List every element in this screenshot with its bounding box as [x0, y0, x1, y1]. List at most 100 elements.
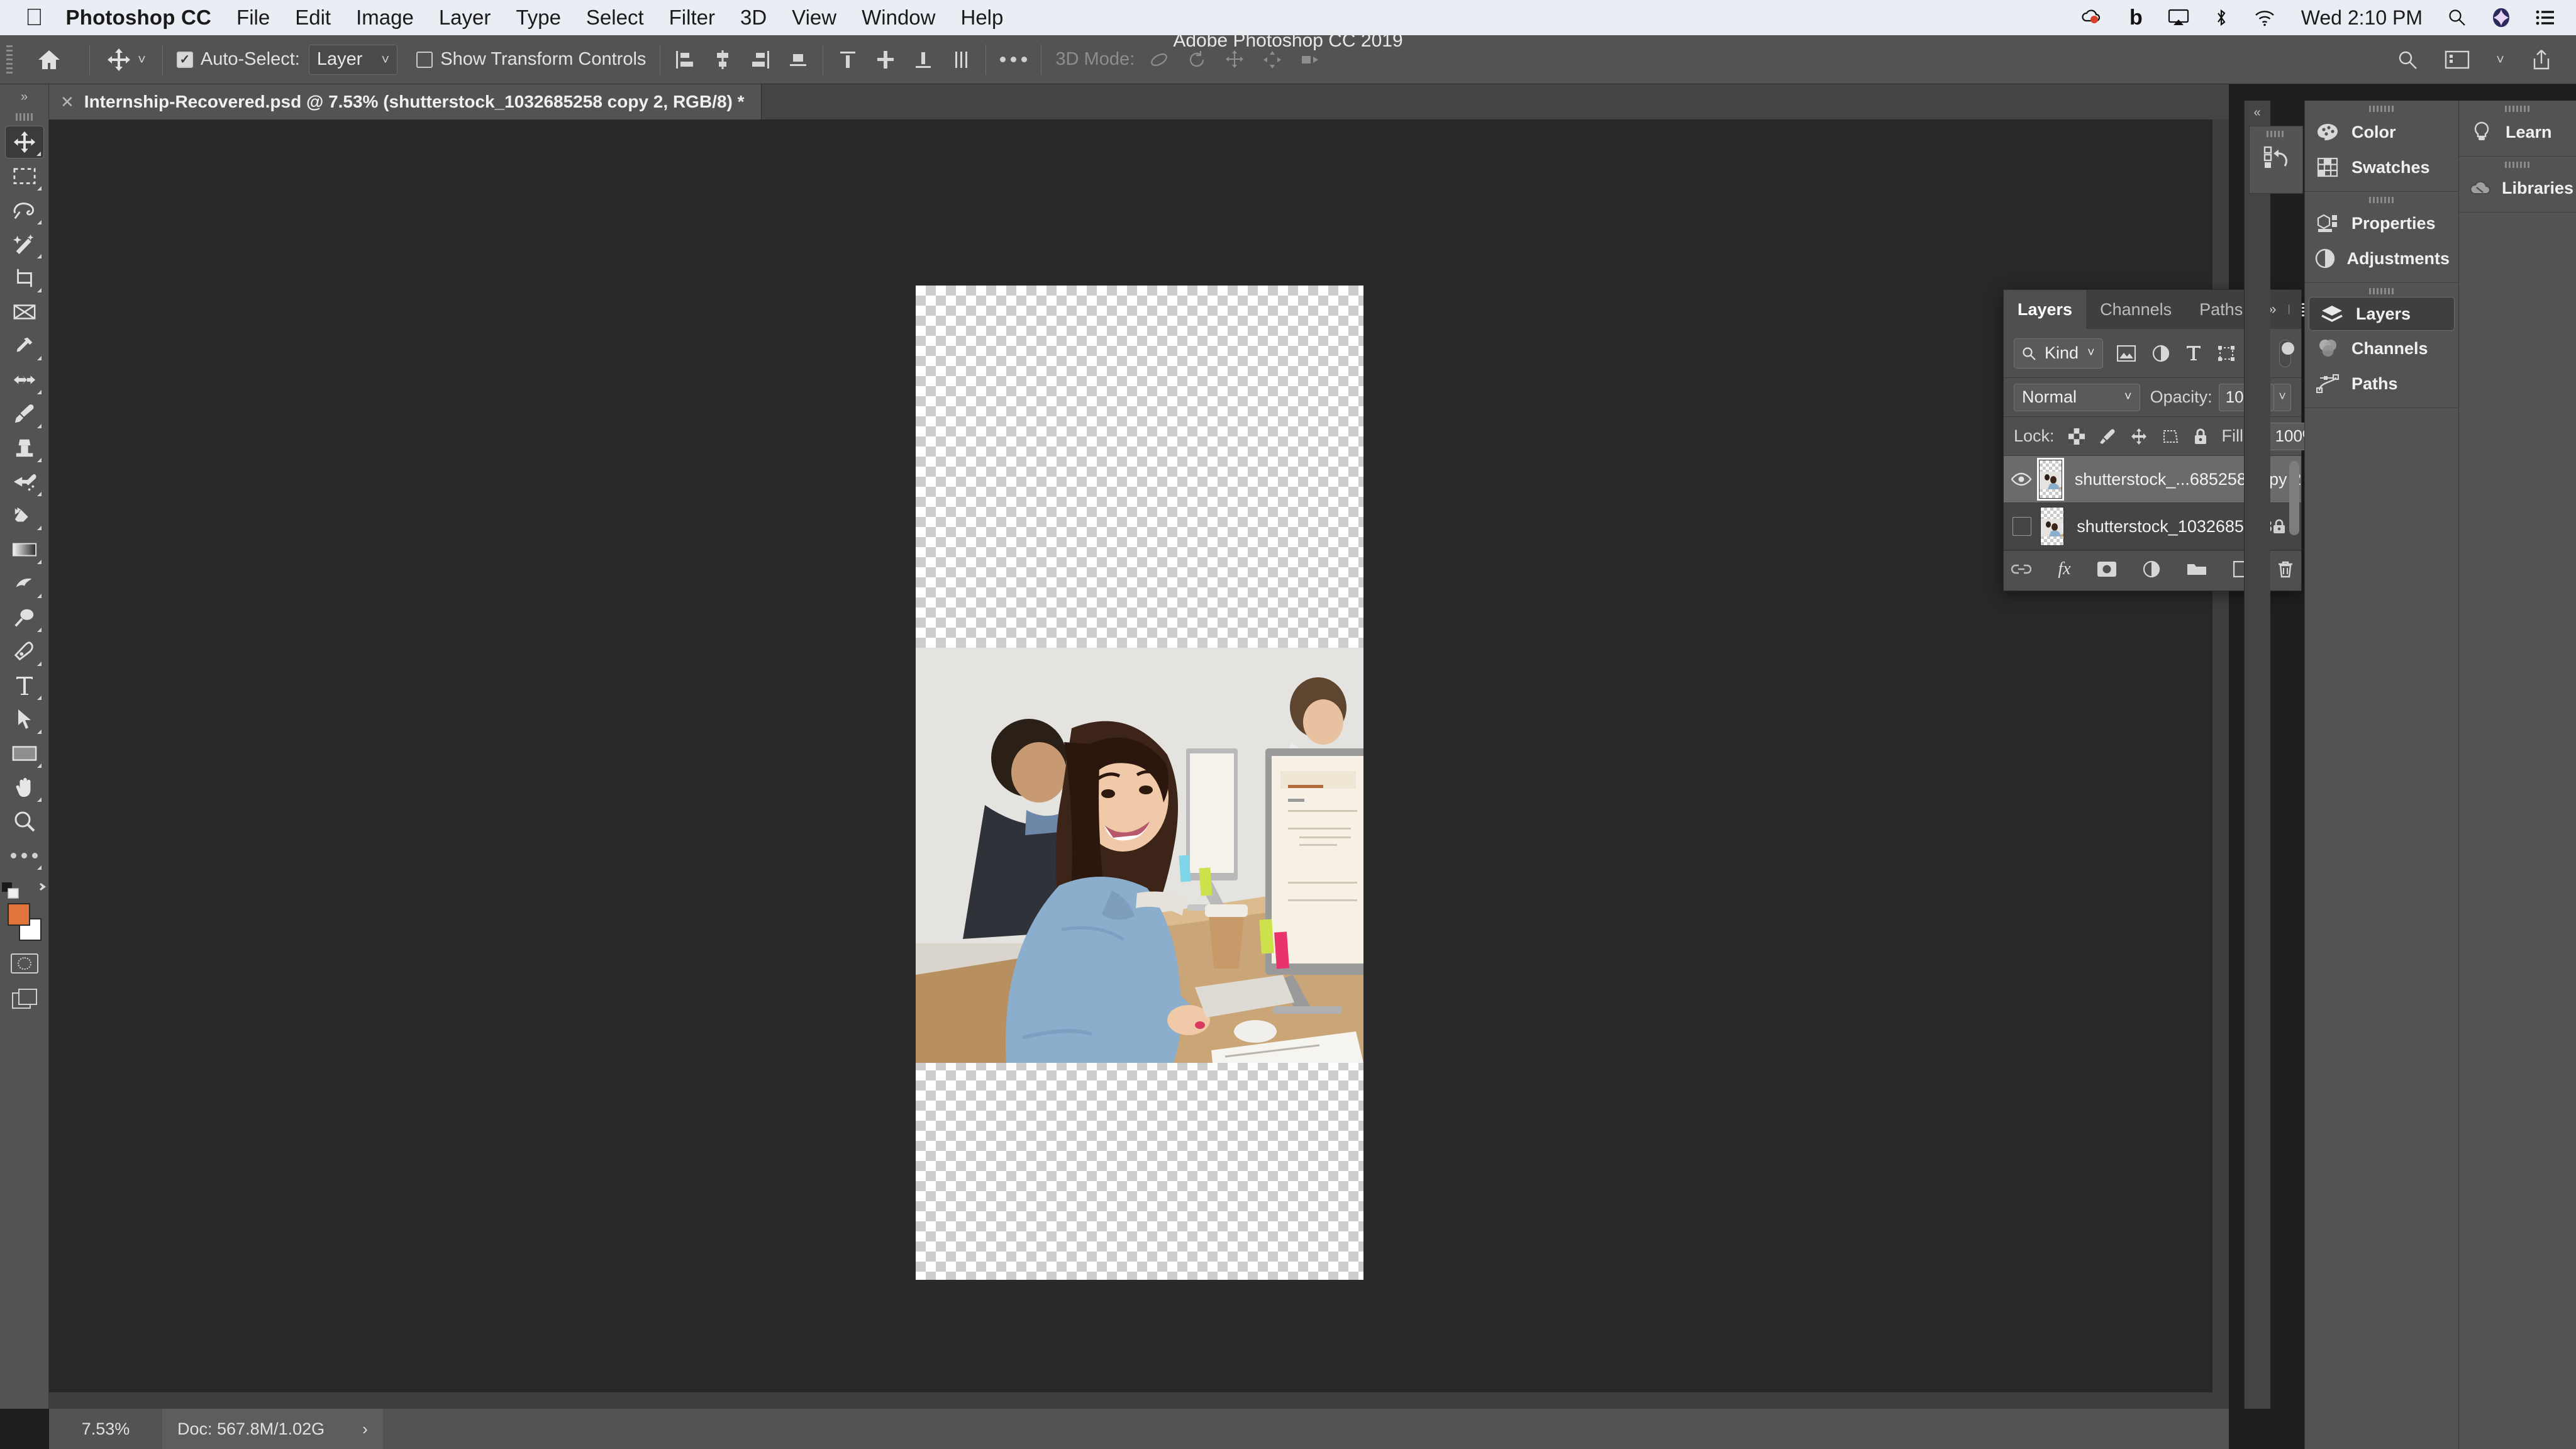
- app-name-menu[interactable]: Photoshop CC: [66, 6, 212, 30]
- search-icon[interactable]: [2397, 49, 2418, 70]
- panel-grip[interactable]: [2505, 162, 2530, 168]
- new-adjustment-layer-icon[interactable]: [2143, 560, 2160, 578]
- menu-select[interactable]: Select: [586, 6, 644, 30]
- pen-tool[interactable]: [5, 635, 44, 668]
- move-tool[interactable]: [4, 126, 44, 158]
- rectangle-tool[interactable]: [5, 737, 44, 770]
- close-icon[interactable]: ✕: [60, 92, 74, 112]
- filter-toggle-switch[interactable]: [2279, 339, 2295, 367]
- filter-kind-dropdown[interactable]: Kind ˅: [2014, 338, 2103, 369]
- spotlight-search-icon[interactable]: [2448, 8, 2467, 27]
- delete-layer-icon[interactable]: [2277, 560, 2294, 578]
- add-layer-mask-icon[interactable]: [2097, 561, 2116, 577]
- eraser-tool[interactable]: [5, 499, 44, 532]
- layers-list-scrollbar[interactable]: [2289, 461, 2299, 535]
- healing-brush-tool[interactable]: [5, 364, 44, 396]
- edit-toolbar-tool[interactable]: [5, 839, 44, 872]
- link-layers-icon[interactable]: [2011, 563, 2032, 575]
- new-group-icon[interactable]: [2187, 562, 2207, 577]
- filter-type-icon[interactable]: [2186, 345, 2201, 362]
- swap-colors-icon[interactable]: [30, 882, 48, 899]
- tab-layers[interactable]: Layers: [2004, 290, 2087, 329]
- foreground-color-swatch[interactable]: [7, 903, 30, 926]
- blur-tool[interactable]: [5, 567, 44, 600]
- quick-selection-tool[interactable]: [5, 228, 44, 260]
- menu-file[interactable]: File: [236, 6, 270, 30]
- eyedropper-tool[interactable]: [5, 330, 44, 362]
- menu-filter[interactable]: Filter: [669, 6, 715, 30]
- layer-visibility-toggle[interactable]: [2004, 517, 2040, 536]
- gradient-tool[interactable]: [5, 533, 44, 566]
- more-options-icon[interactable]: [1000, 57, 1028, 62]
- chevron-down-icon[interactable]: ˅: [138, 52, 146, 68]
- canvas-area[interactable]: [49, 119, 2229, 1409]
- type-tool[interactable]: [5, 669, 44, 702]
- menu-clock[interactable]: Wed 2:10 PM: [2301, 6, 2423, 30]
- toolbar-grip[interactable]: [15, 113, 33, 121]
- distribute-bottom-edges-icon[interactable]: [913, 49, 934, 70]
- expand-toolbar-icon[interactable]: »: [0, 84, 48, 109]
- history-brush-tool[interactable]: [5, 465, 44, 498]
- panel-grip[interactable]: [2369, 197, 2394, 203]
- align-left-edges-icon[interactable]: [674, 49, 696, 70]
- auto-select-checkbox[interactable]: [176, 51, 193, 68]
- layer-name[interactable]: shutterstock_1032685258: [2077, 517, 2272, 536]
- document-tab[interactable]: ✕ Internship-Recovered.psd @ 7.53% (shut…: [49, 84, 762, 119]
- lock-position-icon[interactable]: [2130, 428, 2148, 445]
- chevron-right-icon[interactable]: ›: [362, 1419, 368, 1439]
- lock-transparent-pixels-icon[interactable]: [2068, 428, 2085, 445]
- distribute-top-edges-icon[interactable]: [837, 49, 858, 70]
- artboard-canvas[interactable]: [916, 286, 1363, 1280]
- align-horizontal-centers-icon[interactable]: [712, 49, 733, 70]
- distribute-vertical-centers-icon[interactable]: [875, 49, 896, 70]
- airplay-icon[interactable]: [2168, 9, 2189, 26]
- double-chevron-left-icon[interactable]: «: [2244, 101, 2270, 125]
- distribute-left-edges-icon[interactable]: [950, 49, 972, 70]
- filter-adjustment-icon[interactable]: [2152, 345, 2170, 362]
- align-right-edges-icon[interactable]: [750, 49, 771, 70]
- layer-thumbnail[interactable]: [2038, 460, 2062, 499]
- boom-app-icon[interactable]: b: [2129, 6, 2143, 30]
- menu-window[interactable]: Window: [862, 6, 935, 30]
- bluetooth-icon[interactable]: [2214, 8, 2228, 27]
- menu-image[interactable]: Image: [356, 6, 414, 30]
- dodge-tool[interactable]: [5, 601, 44, 634]
- path-selection-tool[interactable]: [5, 703, 44, 736]
- lock-all-icon[interactable]: [2193, 428, 2208, 445]
- screen-mode-icon[interactable]: [11, 989, 37, 1010]
- quick-mask-icon[interactable]: [10, 953, 38, 974]
- brush-tool[interactable]: [5, 397, 44, 430]
- zoom-tool[interactable]: [5, 805, 44, 838]
- dock-item-paths[interactable]: Paths: [2305, 366, 2458, 401]
- lock-image-pixels-icon[interactable]: [2099, 428, 2116, 445]
- panel-grip[interactable]: [2369, 288, 2394, 294]
- clone-stamp-tool[interactable]: [5, 431, 44, 464]
- panel-grip[interactable]: [2369, 106, 2394, 112]
- frame-tool[interactable]: [5, 296, 44, 328]
- dock-item-swatches[interactable]: Swatches: [2305, 150, 2458, 185]
- siri-icon[interactable]: [2492, 8, 2511, 28]
- dock-item-channels[interactable]: Channels: [2305, 331, 2458, 366]
- layer-thumbnail[interactable]: [2040, 507, 2065, 546]
- dock-item-adjustments[interactable]: Adjustments: [2305, 241, 2458, 276]
- hand-tool[interactable]: [5, 771, 44, 804]
- menu-edit[interactable]: Edit: [295, 6, 331, 30]
- show-transform-checkbox[interactable]: [416, 51, 433, 68]
- lasso-tool[interactable]: [5, 194, 44, 226]
- apple-icon[interactable]: : [25, 6, 43, 30]
- dock-item-layers[interactable]: Layers: [2309, 297, 2455, 331]
- menu-3d[interactable]: 3D: [740, 6, 767, 30]
- menu-type[interactable]: Type: [516, 6, 561, 30]
- default-colors-icon[interactable]: [1, 882, 20, 899]
- opacity-stepper-chevron[interactable]: ˅: [2274, 383, 2291, 411]
- history-panel-collapsed[interactable]: [2249, 126, 2303, 194]
- layer-visibility-toggle[interactable]: [2004, 472, 2039, 486]
- rectangular-marquee-tool[interactable]: [5, 160, 44, 192]
- filter-pixel-icon[interactable]: [2116, 345, 2136, 362]
- lock-artboard-nesting-icon[interactable]: [2162, 428, 2179, 445]
- crop-tool[interactable]: [5, 262, 44, 294]
- zoom-level[interactable]: 7.53%: [49, 1419, 162, 1439]
- blend-mode-dropdown[interactable]: Normal ˅: [2014, 383, 2140, 411]
- creative-cloud-icon[interactable]: [2079, 8, 2104, 27]
- document-info[interactable]: Doc: 567.8M/1.02G ›: [162, 1409, 383, 1449]
